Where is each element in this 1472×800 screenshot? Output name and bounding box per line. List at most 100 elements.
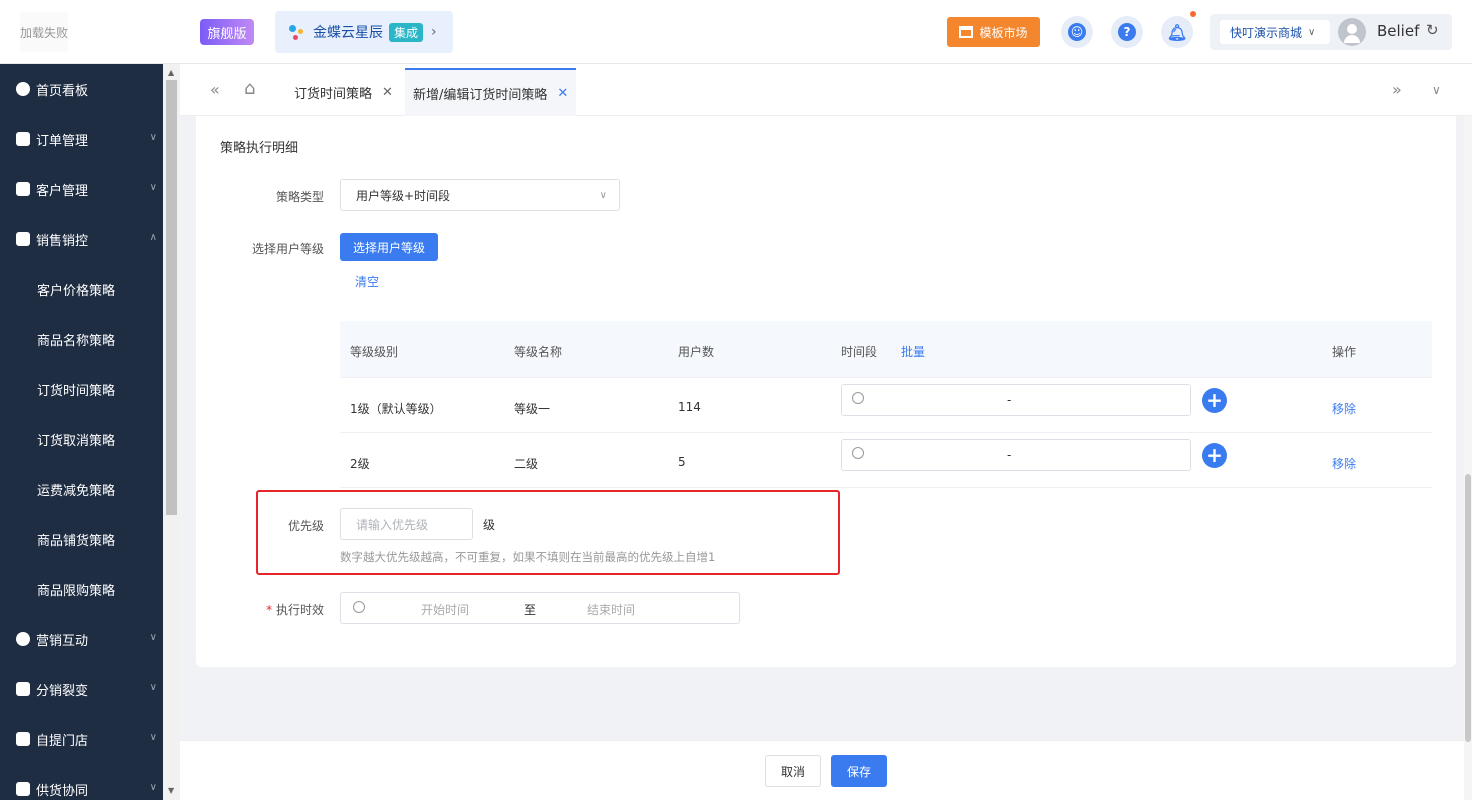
sidebar-item[interactable]: 订货时间策略: [0, 364, 163, 414]
cancel-button[interactable]: 取消: [765, 755, 821, 787]
sidebar: 首页看板 订单管理 ∨ 客户管理 ∨ 销售销控 ∧ 客户价格策略 商品名称策略 订货时间策略 订货取…: [0, 64, 163, 800]
section-title: 策略执行明细: [220, 141, 299, 156]
required-mark: *: [266, 603, 273, 617]
close-icon[interactable]: ✕: [557, 86, 568, 101]
sidebar-item-label: 首页看板: [36, 83, 89, 99]
scroll-thumb[interactable]: [1465, 474, 1471, 742]
save-button[interactable]: 保存: [831, 755, 887, 787]
tab-bar: « ⌂ 订货时间策略 ✕ 新增/编辑订货时间策略 ✕ » ∨: [180, 64, 1472, 116]
header-action: 操作: [1332, 345, 1357, 359]
header-name: 等级名称: [514, 345, 563, 359]
close-icon[interactable]: ✕: [382, 85, 393, 100]
range-separator: -: [1007, 448, 1012, 462]
home-icon[interactable]: ⌂: [244, 78, 255, 99]
chevron-up-icon: ∧: [149, 232, 157, 243]
table-row: 1级（默认等级） 等级一 114 - + 移除: [340, 378, 1432, 433]
user-level-label: 选择用户等级: [251, 242, 324, 256]
row-users: 5: [678, 455, 686, 469]
exec-period-range-picker[interactable]: 开始时间 至 结束时间: [340, 592, 740, 624]
sidebar-item[interactable]: 订货取消策略: [0, 414, 163, 464]
sidebar-item-label: 营销互动: [36, 633, 89, 649]
add-time-range-button[interactable]: +: [1202, 388, 1227, 413]
priority-input[interactable]: 请输入优先级: [340, 508, 473, 540]
username[interactable]: Belief: [1377, 22, 1419, 40]
tab-edit-order-time-strategy[interactable]: 新增/编辑订货时间策略 ✕: [405, 68, 577, 116]
refresh-icon[interactable]: ↻: [1426, 21, 1439, 39]
brand-tag: 集成: [389, 22, 424, 42]
sidebar-item[interactable]: 营销互动 ∨: [0, 614, 163, 664]
sidebar-item[interactable]: 自提门店 ∨: [0, 714, 163, 764]
scroll-thumb[interactable]: [166, 80, 177, 515]
store-icon: [16, 732, 30, 746]
tab-order-time-strategy[interactable]: 订货时间策略 ✕: [286, 68, 401, 116]
notification-button[interactable]: 🔔︎: [1161, 16, 1193, 48]
avatar[interactable]: [1338, 18, 1366, 46]
user-icon: [16, 182, 30, 196]
remove-link[interactable]: 移除: [1332, 400, 1356, 417]
clock-icon: [852, 447, 864, 459]
sidebar-item-label: 商品名称策略: [37, 333, 116, 349]
choose-user-level-button[interactable]: 选择用户等级: [340, 233, 438, 261]
sidebar-item-label: 客户管理: [36, 183, 89, 199]
store-select[interactable]: 快叮演示商城 ∨: [1220, 20, 1330, 44]
sidebar-scrollbar[interactable]: ▲ ▼: [163, 64, 180, 800]
tag-icon: [16, 232, 30, 246]
row-name: 等级一: [514, 402, 551, 416]
time-range-picker[interactable]: -: [841, 384, 1191, 416]
bell-icon: 🔔︎: [1166, 22, 1188, 42]
priority-unit: 级: [483, 518, 496, 532]
sidebar-item-label: 订货时间策略: [37, 383, 116, 399]
row-level: 1级（默认等级）: [350, 402, 442, 416]
chevron-right-icon: ›: [431, 24, 437, 40]
batch-link[interactable]: 批量: [901, 343, 925, 360]
tree-icon: [16, 682, 30, 696]
scroll-down-icon[interactable]: ▼: [168, 786, 174, 795]
clear-link[interactable]: 清空: [355, 273, 379, 290]
supply-icon: [16, 782, 30, 796]
notification-dot: [1190, 11, 1196, 17]
sidebar-item[interactable]: 客户管理 ∨: [0, 164, 163, 214]
sidebar-item[interactable]: 分销裂变 ∨: [0, 664, 163, 714]
sidebar-item[interactable]: 商品限购策略: [0, 564, 163, 614]
help-button[interactable]: ?: [1111, 16, 1143, 48]
scroll-up-icon[interactable]: ▲: [168, 68, 174, 77]
help-icon: ?: [1118, 23, 1136, 41]
exec-period-label: * 执行时效: [262, 601, 324, 618]
add-time-range-button[interactable]: +: [1202, 443, 1227, 468]
end-time-placeholder: 结束时间: [587, 603, 636, 617]
remove-link[interactable]: 移除: [1332, 455, 1356, 472]
main-scrollbar[interactable]: [1464, 116, 1472, 800]
time-range-picker[interactable]: -: [841, 439, 1191, 471]
tabs-prev-icon[interactable]: «: [210, 80, 220, 99]
row-level: 2级: [350, 457, 370, 471]
header-users: 用户数: [678, 345, 715, 359]
brand-switch[interactable]: 金蝶云星辰 集成 ›: [275, 11, 453, 53]
table-header: 等级级别 等级名称 用户数 时间段 批量 操作: [340, 321, 1432, 378]
sidebar-item[interactable]: 商品名称策略: [0, 314, 163, 364]
sidebar-item[interactable]: 供货协同 ∨: [0, 764, 163, 800]
chevron-down-icon: ∨: [149, 732, 157, 743]
row-users: 114: [678, 400, 701, 414]
sidebar-item[interactable]: 销售销控 ∧: [0, 214, 163, 264]
sidebar-item-label: 商品铺货策略: [37, 533, 116, 549]
row-name: 二级: [514, 457, 539, 471]
sidebar-item[interactable]: 订单管理 ∨: [0, 114, 163, 164]
sidebar-item[interactable]: 首页看板: [0, 64, 163, 114]
footer-bar: 取消 保存: [180, 740, 1464, 800]
template-market-label: 模板市场: [979, 25, 1028, 40]
priority-label: 优先级: [287, 519, 324, 533]
strategy-type-value: 用户等级+时间段: [356, 188, 451, 203]
sidebar-item[interactable]: 商品铺货策略: [0, 514, 163, 564]
sidebar-item-label: 供货协同: [36, 783, 89, 799]
support-button[interactable]: ☺: [1061, 16, 1093, 48]
sidebar-item[interactable]: 运费减免策略: [0, 464, 163, 514]
clock-icon: [353, 601, 365, 613]
chevron-down-icon[interactable]: ∨: [1432, 83, 1441, 97]
sidebar-item-label: 订货取消策略: [37, 433, 116, 449]
tabs-next-icon[interactable]: »: [1392, 80, 1402, 99]
strategy-type-select[interactable]: 用户等级+时间段 ∨: [340, 179, 620, 211]
support-icon: ☺: [1068, 23, 1086, 41]
tab-label: 新增/编辑订货时间策略: [413, 87, 548, 103]
sidebar-item[interactable]: 客户价格策略: [0, 264, 163, 314]
template-market-button[interactable]: 模板市场: [947, 17, 1040, 47]
